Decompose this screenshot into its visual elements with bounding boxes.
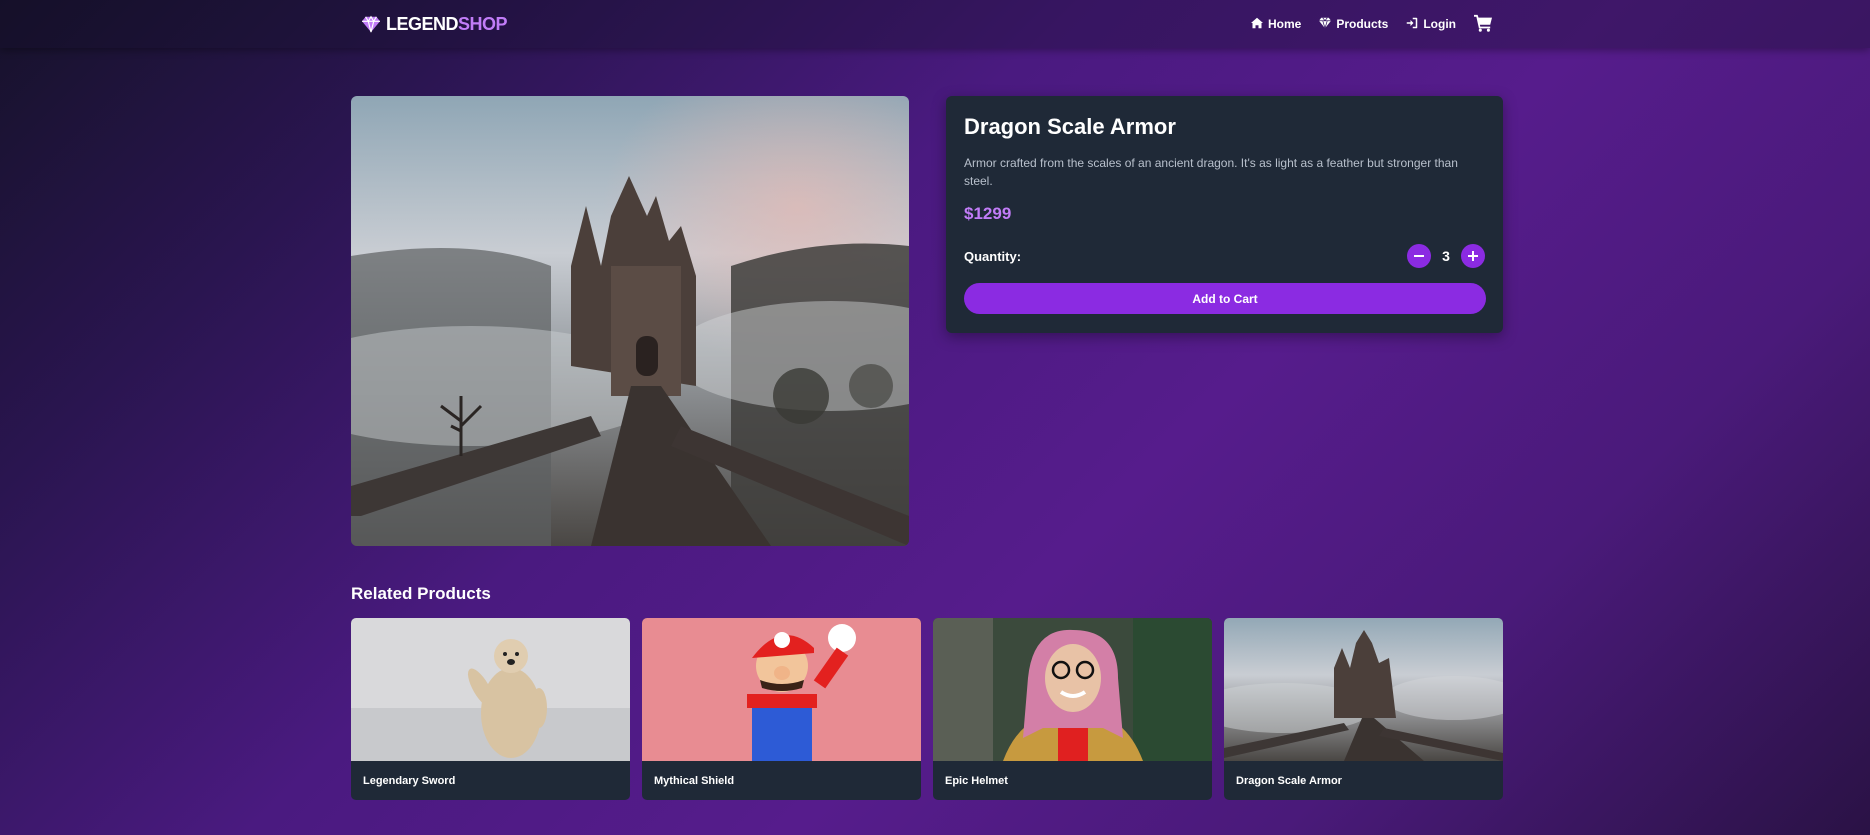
quantity-value: 3 [1442, 248, 1450, 264]
quantity-label: Quantity: [964, 248, 1022, 264]
nav-products-label: Products [1336, 17, 1389, 31]
gem-icon [1319, 17, 1332, 32]
brand-logo[interactable]: LEGEND SHOP [362, 13, 508, 35]
related-product-card[interactable]: Mythical Shield [642, 618, 921, 800]
quantity-row: Quantity: 3 [964, 244, 1485, 268]
cart-button[interactable] [1474, 14, 1492, 35]
related-products-heading: Related Products [351, 584, 491, 603]
related-product-name: Dragon Scale Armor [1236, 774, 1342, 787]
main-nav: Home Products Login [1250, 12, 1492, 36]
logo-text-legend: LEGEND [386, 13, 459, 34]
nav-home[interactable]: Home [1250, 17, 1302, 32]
nav-login-label: Login [1423, 17, 1456, 31]
related-products-grid: Legendary Sword Mythical Shield Epic Hel… [351, 618, 1503, 800]
related-product-image [642, 618, 921, 761]
related-product-card[interactable]: Epic Helmet [933, 618, 1212, 800]
plus-icon [1468, 251, 1478, 261]
top-navbar: LEGEND SHOP Home Products Login [0, 0, 1870, 48]
add-to-cart-button[interactable]: Add to Cart [964, 283, 1486, 314]
related-product-card[interactable]: Dragon Scale Armor [1224, 618, 1503, 800]
product-price: $1299 [964, 204, 1012, 223]
increase-quantity-button[interactable] [1461, 244, 1485, 268]
related-product-name: Mythical Shield [654, 774, 735, 787]
nav-products[interactable]: Products [1319, 17, 1388, 32]
login-icon [1406, 17, 1418, 32]
decrease-quantity-button[interactable] [1407, 244, 1431, 268]
related-product-card[interactable]: Legendary Sword [351, 618, 630, 800]
related-product-image [351, 618, 630, 761]
nav-login[interactable]: Login [1406, 17, 1456, 32]
related-product-image [1224, 618, 1503, 761]
related-product-name: Epic Helmet [945, 774, 1008, 787]
gem-icon [362, 15, 380, 33]
nav-home-label: Home [1267, 17, 1302, 31]
minus-icon [1414, 255, 1424, 257]
quantity-stepper: 3 [1407, 244, 1485, 268]
product-main-image [351, 96, 909, 546]
product-title: Dragon Scale Armor [964, 114, 1176, 139]
related-product-image [933, 618, 1212, 761]
home-icon [1250, 17, 1263, 32]
product-details-panel: Dragon Scale Armor Armor crafted from th… [946, 96, 1503, 333]
cart-icon [1474, 14, 1492, 35]
logo-text-shop: SHOP [458, 13, 508, 34]
product-description: Armor crafted from the scales of an anci… [964, 156, 1458, 188]
related-product-name: Legendary Sword [363, 774, 456, 787]
